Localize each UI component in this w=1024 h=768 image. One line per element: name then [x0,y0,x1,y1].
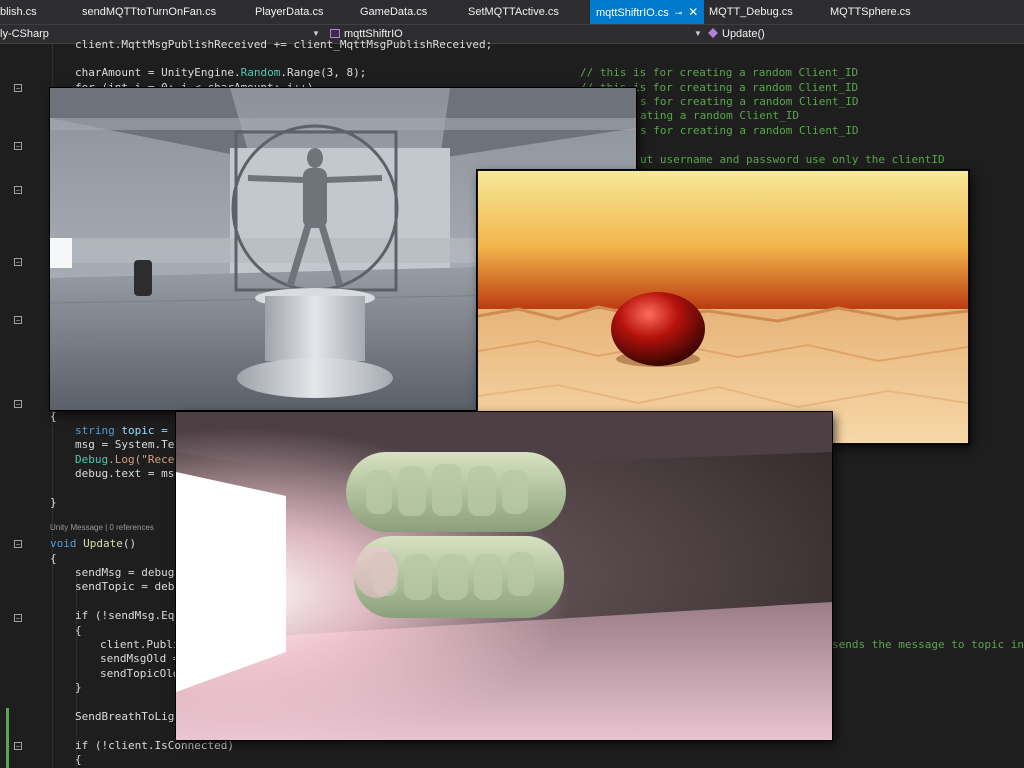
tab-label: sendMQTTtoTurnOnFan.cs [82,6,217,18]
code-comment: s for creating a random Client_ID [640,124,859,137]
chevron-down-icon: ▼ [694,29,702,38]
code-comment: // this is for creating a random Client_… [580,66,859,79]
code-line: if (!sendMsg.Equ [75,609,181,622]
fold-icon[interactable]: − [14,400,22,409]
code-line: sendMsgOld = [100,652,180,665]
method-icon [708,28,718,38]
tab-player-data[interactable]: PlayerData.cs [255,0,323,24]
fold-icon[interactable]: − [14,84,22,93]
code-line: } [50,496,57,509]
class-icon [330,29,340,38]
close-icon[interactable]: ✕ [688,5,698,19]
member-dropdown[interactable]: Update() [708,25,1018,43]
tab-game-data[interactable]: GameData.cs [360,0,427,24]
tab-mqtt-sphere[interactable]: MQTTSphere.cs [830,0,911,24]
tab-label: GameData.cs [360,6,428,18]
code-line: sendTopicOld [100,667,180,680]
code-line: Debug.Log("Recei [75,453,181,466]
tab-send-mqtt-to-turn-on-fan[interactable]: sendMQTTtoTurnOnFan.cs [82,0,216,24]
fold-icon[interactable]: − [14,142,22,151]
code-line: { [75,624,82,637]
member-label: Update() [722,28,765,40]
tab-mqtt-debug[interactable]: MQTT_Debug.cs [709,0,793,24]
code-comment: ating a random Client_ID [640,109,799,122]
desert-sphere-render [477,170,969,444]
code-line: client.Publi [100,638,180,651]
code-comment: s for creating a random Client_ID [640,95,859,108]
code-comment: sends the message to topic in C [832,638,1024,651]
tab-label: MQTTSphere.cs [830,6,911,18]
code-line: sendTopic = debu [75,580,181,593]
tab-publish[interactable]: blish.cs [0,0,37,24]
fold-icon[interactable]: − [14,742,22,751]
code-line: { [50,410,57,423]
tab-label: mqttShiftrIO.cs [596,7,669,19]
fold-icon[interactable]: − [14,258,22,267]
code-line: client.MqttMsgPublishReceived += client_… [75,38,493,51]
project-label: ly-CSharp [0,28,49,40]
fold-icon[interactable]: − [14,186,22,195]
code-comment: ut username and password use only the cl… [640,153,945,166]
code-line: } [75,681,82,694]
teeth-model-render [176,412,832,740]
code-line: debug.text = msg [75,467,181,480]
tab-label: blish.cs [0,6,37,18]
code-line: msg = System.Tex [75,438,181,451]
code-line: charAmount = UnityEngine.Random.Range(3,… [75,66,367,79]
code-line: string topic = e [75,424,181,437]
fold-icon[interactable]: − [14,540,22,549]
fold-icon[interactable]: − [14,614,22,623]
tab-set-mqtt-active[interactable]: SetMQTTActive.cs [468,0,559,24]
tab-label: PlayerData.cs [255,6,324,18]
pin-icon[interactable]: ⊸ [675,8,683,18]
code-line: sendMsg = debug. [75,566,181,579]
codelens-references[interactable]: Unity Message | 0 references [50,522,154,534]
code-line: if (!client.IsConnected) [75,739,234,752]
code-line: void Update() [50,537,137,550]
tab-label: SetMQTTActive.cs [468,6,559,18]
code-line: { [50,552,57,565]
fold-icon[interactable]: − [14,316,22,325]
editor-gutter: − − − − − − − − − [0,44,42,768]
code-line: SendBreathToLigh [75,710,181,723]
code-line: { [75,753,82,766]
change-indicator [6,708,9,768]
tab-label: MQTT_Debug.cs [709,6,793,18]
document-tab-bar: blish.cs sendMQTTtoTurnOnFan.cs PlayerDa… [0,0,1024,25]
tab-mqtt-shiftr-io[interactable]: mqttShiftrIO.cs ⊸ ✕ [590,0,705,24]
